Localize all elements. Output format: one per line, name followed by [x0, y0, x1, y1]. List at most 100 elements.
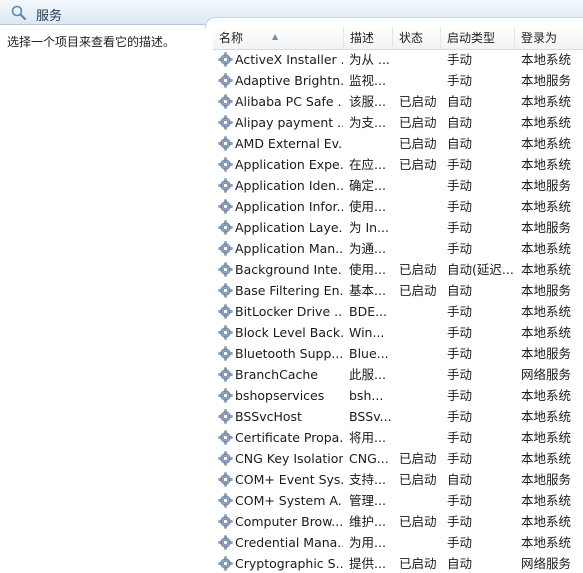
service-name: Computer Brow... [235, 514, 343, 529]
table-row[interactable]: Application Man... 为通... 手动 本地系统 [213, 238, 583, 259]
service-startup-type: 手动 [447, 157, 473, 172]
service-status [399, 70, 445, 91]
service-gear-icon [218, 199, 233, 214]
service-gear-icon [218, 136, 233, 151]
table-row[interactable]: Bluetooth Supp... Blue... 手动 本地服务 [213, 343, 583, 364]
service-description: BDE... [349, 304, 388, 319]
table-row[interactable]: COM+ Event Sys... 支持... 已启动 自动 本地服务 [213, 469, 583, 490]
table-row[interactable]: BitLocker Drive ... BDE... 手动 本地系统 [213, 301, 583, 322]
table-row[interactable]: COM+ System A... 管理... 手动 本地系统 [213, 490, 583, 511]
table-row[interactable]: Adaptive Brightn... 监视... 手动 本地服务 [213, 70, 583, 91]
service-description: 该服... [349, 94, 386, 109]
service-startup-type: 手动 [447, 367, 473, 382]
service-status [399, 175, 445, 196]
service-startup-type: 手动 [447, 493, 473, 508]
service-name: Cryptographic S... [235, 556, 343, 571]
service-name: Application Man... [235, 241, 343, 256]
column-header-name[interactable]: 名称 ▲ [213, 27, 344, 49]
table-row[interactable]: Application Iden... 确定... 手动 本地服务 [213, 175, 583, 196]
service-logon-as: 本地服务 [521, 472, 572, 487]
service-logon-as: 本地服务 [521, 178, 572, 193]
table-row[interactable]: ActiveX Installer ... 为从 ... 手动 本地系统 [213, 49, 583, 70]
service-gear-icon [218, 514, 233, 529]
service-logon-as: 本地系统 [521, 94, 572, 109]
table-row[interactable]: Computer Brow... 维护... 已启动 手动 本地系统 [213, 511, 583, 532]
service-description: BSSv... [349, 409, 392, 424]
service-startup-type: 手动 [447, 325, 473, 340]
service-status [399, 238, 445, 259]
table-row[interactable]: Background Inte... 使用... 已启动 自动(延迟... 本地系统 [213, 259, 583, 280]
service-status: 已启动 [399, 157, 437, 172]
service-description: 为用... [349, 535, 386, 550]
service-logon-as: 本地系统 [521, 115, 572, 130]
description-text: 选择一个项目来查看它的描述。 [7, 35, 176, 49]
list-header: 名称 ▲ 描述 状态 启动类型 登录为 [213, 27, 583, 50]
table-row[interactable]: AMD External Ev... 已启动 自动 本地系统 [213, 133, 583, 154]
service-name: Adaptive Brightn... [235, 73, 343, 88]
column-header-startup-type[interactable]: 启动类型 [441, 27, 515, 49]
service-gear-icon [218, 52, 233, 67]
table-row[interactable]: bshopservices bsh... 手动 本地系统 [213, 385, 583, 406]
table-row[interactable]: Application Expe... 在应... 已启动 手动 本地系统 [213, 154, 583, 175]
service-status [399, 427, 445, 448]
service-startup-type: 手动 [447, 388, 473, 403]
service-startup-type: 自动 [447, 136, 473, 151]
service-startup-type: 手动 [447, 73, 473, 88]
service-gear-icon [218, 115, 233, 130]
service-description: Blue... [349, 346, 389, 361]
table-row[interactable]: Application Infor... 使用... 手动 本地系统 [213, 196, 583, 217]
service-startup-type: 自动 [447, 94, 473, 109]
service-startup-type: 手动 [447, 220, 473, 235]
service-startup-type: 手动 [447, 199, 473, 214]
service-logon-as: 本地系统 [521, 157, 572, 172]
service-status [399, 301, 445, 322]
service-name: Certificate Propa... [235, 430, 343, 445]
column-header-status[interactable]: 状态 [393, 27, 441, 49]
service-gear-icon [218, 241, 233, 256]
service-startup-type: 自动 [447, 556, 473, 571]
service-name: Alibaba PC Safe ... [235, 94, 343, 109]
table-row[interactable]: Base Filtering En... 基本... 已启动 自动 本地服务 [213, 280, 583, 301]
service-startup-type: 自动(延迟... [447, 262, 514, 277]
service-status: 已启动 [399, 472, 437, 487]
table-row[interactable]: Cryptographic S... 提供... 已启动 自动 网络服务 [213, 553, 583, 573]
service-name: Block Level Back... [235, 325, 343, 340]
table-row[interactable]: CNG Key Isolation CNG... 已启动 手动 本地系统 [213, 448, 583, 469]
service-name: Application Infor... [235, 199, 343, 214]
table-row[interactable]: Credential Mana... 为用... 手动 本地系统 [213, 532, 583, 553]
table-row[interactable]: Alibaba PC Safe ... 该服... 已启动 自动 本地系统 [213, 91, 583, 112]
table-row[interactable]: BSSvcHost BSSv... 手动 本地系统 [213, 406, 583, 427]
table-row[interactable]: Alipay payment ... 为支... 已启动 自动 本地系统 [213, 112, 583, 133]
service-status [399, 490, 445, 511]
table-row[interactable]: Certificate Propa... 将用... 手动 本地系统 [213, 427, 583, 448]
table-row[interactable]: Block Level Back... Win... 手动 本地系统 [213, 322, 583, 343]
service-logon-as: 本地系统 [521, 535, 572, 550]
service-description: 在应... [349, 157, 386, 172]
service-name: BSSvcHost [235, 409, 302, 424]
service-gear-icon [218, 73, 233, 88]
services-list[interactable]: 名称 ▲ 描述 状态 启动类型 登录为 ActiveX Installer ..… [213, 27, 583, 573]
service-startup-type: 自动 [447, 472, 473, 487]
service-startup-type: 手动 [447, 514, 473, 529]
service-name: Credential Mana... [235, 535, 343, 550]
service-startup-type: 手动 [447, 178, 473, 193]
service-logon-as: 本地系统 [521, 136, 572, 151]
service-gear-icon [218, 556, 233, 571]
service-gear-icon [218, 535, 233, 550]
service-name: Bluetooth Supp... [235, 346, 343, 361]
service-gear-icon [218, 304, 233, 319]
service-logon-as: 本地服务 [521, 283, 572, 298]
service-gear-icon [218, 325, 233, 340]
service-gear-icon [218, 346, 233, 361]
table-row[interactable]: BranchCache 此服... 手动 网络服务 [213, 364, 583, 385]
service-description: 提供... [349, 556, 386, 571]
column-header-logon-as[interactable]: 登录为 [515, 27, 583, 49]
service-name: Background Inte... [235, 262, 343, 277]
column-header-description[interactable]: 描述 [344, 27, 393, 49]
service-description: 此服... [349, 367, 386, 382]
sort-ascending-icon: ▲ [272, 32, 279, 41]
service-logon-as: 本地系统 [521, 409, 572, 424]
service-logon-as: 本地系统 [521, 388, 572, 403]
table-row[interactable]: Application Laye... 为 In... 手动 本地服务 [213, 217, 583, 238]
service-logon-as: 本地服务 [521, 73, 572, 88]
